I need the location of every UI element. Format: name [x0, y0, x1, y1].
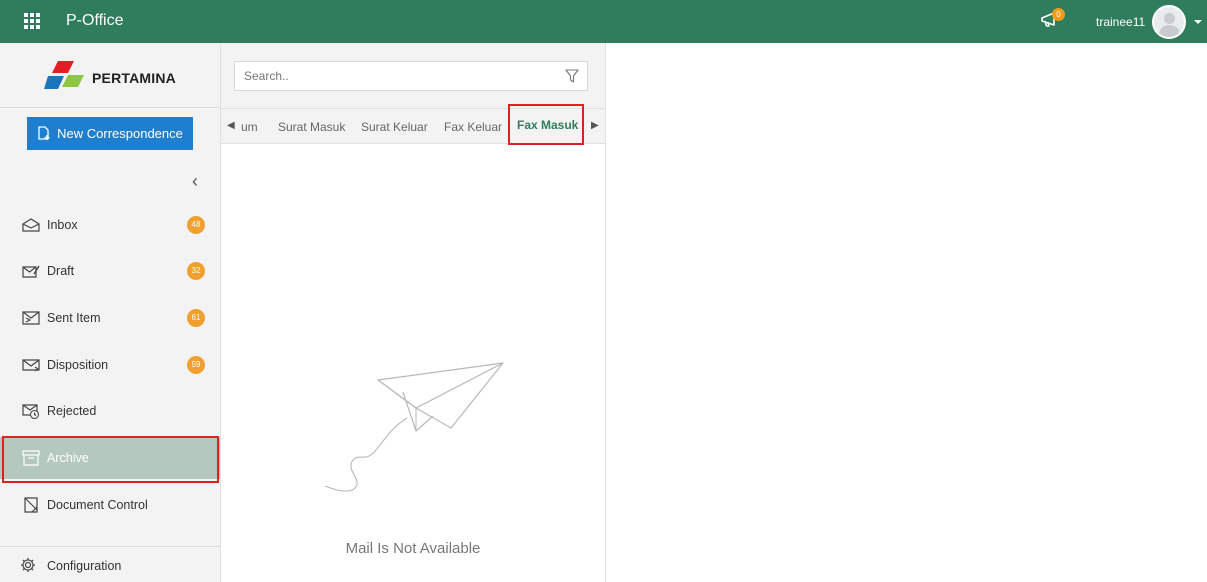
archive-icon — [22, 450, 40, 466]
sidebar-item-label: Rejected — [47, 404, 97, 418]
tab-bar: ◀ um Surat Masuk Surat Keluar Fax Keluar… — [221, 108, 605, 144]
draft-icon — [22, 265, 40, 278]
sidebar: PERTAMINA New Correspondence ‹ Inbox 48 … — [0, 43, 221, 582]
inbox-icon — [22, 218, 40, 232]
sidebar-item-document-control[interactable]: Document Control — [0, 484, 220, 526]
sidebar-item-inbox[interactable]: Inbox 48 — [0, 204, 220, 246]
new-correspondence-button[interactable]: New Correspondence — [27, 117, 193, 150]
sidebar-item-label: Disposition — [47, 358, 109, 372]
sidebar-item-archive[interactable]: Archive — [0, 437, 220, 479]
count-badge: 32 — [187, 262, 205, 280]
sidebar-item-sent[interactable]: Sent Item 61 — [0, 297, 220, 339]
sent-icon — [22, 311, 40, 325]
username-label[interactable]: trainee11 — [1096, 15, 1145, 29]
tab-fax-masuk[interactable]: Fax Masuk — [517, 118, 578, 132]
disposition-icon — [22, 359, 40, 372]
new-document-icon — [38, 126, 50, 140]
mail-list-panel: ◀ um Surat Masuk Surat Keluar Fax Keluar… — [221, 43, 606, 582]
sidebar-item-label: Archive — [47, 451, 89, 465]
filter-icon[interactable] — [565, 69, 579, 83]
collapse-sidebar-chevron-icon[interactable]: ‹ — [192, 171, 198, 192]
sidebar-item-label: Draft — [47, 264, 75, 278]
user-menu-caret-icon[interactable] — [1194, 20, 1202, 24]
configuration-label: Configuration — [47, 559, 122, 573]
logo-area: PERTAMINA — [0, 43, 220, 108]
tab-surat-keluar[interactable]: Surat Keluar — [361, 120, 428, 134]
sidebar-item-label: Document Control — [47, 498, 148, 512]
tab-fax-keluar[interactable]: Fax Keluar — [444, 120, 502, 134]
avatar[interactable] — [1152, 5, 1186, 39]
sidebar-item-disposition[interactable]: Disposition 59 — [0, 344, 220, 386]
sidebar-item-label: Inbox — [47, 218, 78, 232]
tab-surat-masuk[interactable]: Surat Masuk — [278, 120, 345, 134]
search-input[interactable] — [234, 61, 588, 91]
gear-icon — [21, 558, 35, 572]
rejected-icon — [22, 404, 40, 419]
count-badge: 48 — [187, 216, 205, 234]
sidebar-item-draft[interactable]: Draft 32 — [0, 250, 220, 292]
tab-umum[interactable]: um — [241, 120, 258, 134]
app-title: P-Office — [66, 12, 124, 29]
empty-state-message: Mail Is Not Available — [345, 540, 481, 557]
logo-text: PERTAMINA — [92, 70, 176, 86]
search-area — [221, 43, 605, 108]
configuration-button[interactable]: Configuration — [0, 546, 220, 582]
tabs-scroll-left-icon[interactable]: ◀ — [227, 120, 235, 131]
app-grid-icon[interactable] — [24, 13, 40, 29]
mail-detail-panel — [606, 43, 1207, 582]
sidebar-item-label: Sent Item — [47, 311, 101, 325]
document-control-icon — [24, 497, 38, 513]
count-badge: 61 — [187, 309, 205, 327]
sidebar-item-rejected[interactable]: Rejected — [0, 390, 220, 432]
count-badge: 59 — [187, 356, 205, 374]
pertamina-logo-icon — [44, 61, 84, 89]
tabs-scroll-right-icon[interactable]: ▶ — [591, 120, 599, 131]
new-correspondence-label: New Correspondence — [57, 126, 183, 141]
top-bar: P-Office 0 trainee11 — [0, 0, 1207, 43]
notification-badge: 0 — [1052, 8, 1065, 21]
notification-button[interactable]: 0 — [1040, 8, 1066, 32]
paper-plane-icon — [324, 362, 504, 492]
